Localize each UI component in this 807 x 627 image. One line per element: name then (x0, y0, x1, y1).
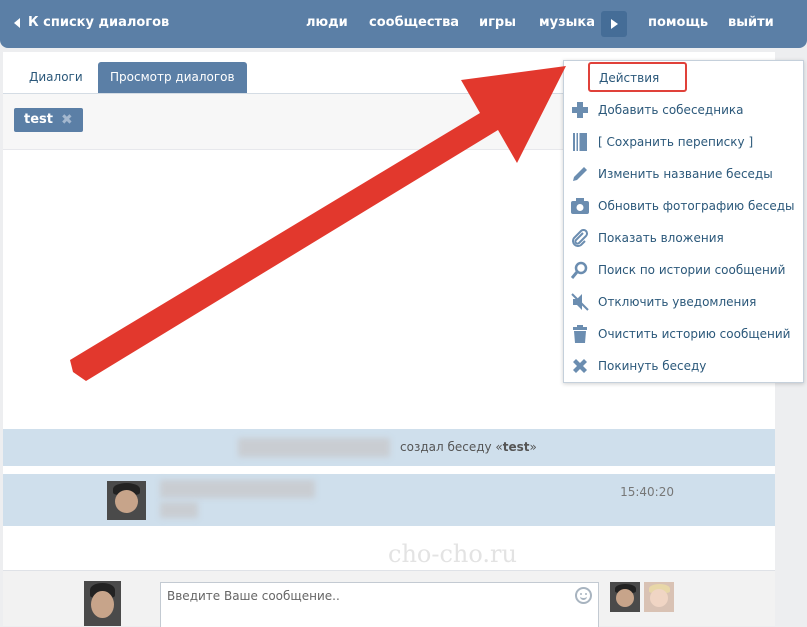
back-arrow-icon (14, 17, 20, 28)
back-label: К списку диалогов (28, 15, 170, 30)
menu-item-update-photo[interactable]: Обновить фотографию беседы (564, 190, 803, 222)
trash-icon (573, 325, 587, 343)
emoji-icon[interactable] (575, 587, 592, 604)
menu-item-attachments[interactable]: Показать вложения (564, 222, 803, 254)
menu-item-add-participant[interactable]: Добавить собеседника (564, 94, 803, 126)
blurred-username (238, 438, 390, 457)
camera-icon (571, 198, 589, 214)
remove-chip-icon[interactable]: ✖ (61, 108, 73, 132)
message-row[interactable]: 15:40:20 (3, 474, 775, 526)
mute-icon (571, 293, 589, 311)
participant-chip[interactable]: test ✖ (14, 108, 83, 132)
message-time: 15:40:20 (620, 485, 674, 499)
back-to-dialogs-link[interactable]: К списку диалогов (14, 15, 169, 30)
actions-menu: Действия Добавить собеседника [ Сохранит… (563, 60, 804, 383)
system-message-text: создал беседу «test» (400, 440, 537, 454)
paperclip-icon (572, 229, 589, 247)
actions-menu-header[interactable]: Действия (588, 62, 687, 92)
play-icon (611, 19, 618, 29)
menu-item-mute[interactable]: Отключить уведомления (564, 286, 803, 318)
participant-avatar[interactable] (610, 582, 640, 612)
nav-music[interactable]: музыка (539, 15, 595, 30)
menu-item-save-history[interactable]: [ Сохранить переписку ] (564, 126, 803, 158)
close-icon (573, 359, 587, 373)
menu-item-search-history[interactable]: Поиск по истории сообщений (564, 254, 803, 286)
nav-people[interactable]: люди (306, 15, 348, 30)
participant-avatar[interactable] (644, 582, 674, 612)
composer: Введите Ваше сообщение.. (3, 570, 775, 627)
system-message-row: создал беседу «test» (3, 429, 775, 466)
blurred-message-text (160, 502, 198, 518)
search-icon (571, 261, 588, 279)
book-icon (573, 133, 587, 151)
chat-name: test (502, 440, 530, 454)
tab-dialogs[interactable]: Диалоги (17, 62, 95, 93)
nav-games[interactable]: игры (479, 15, 516, 30)
message-placeholder: Введите Ваше сообщение.. (167, 589, 340, 603)
avatar[interactable] (107, 481, 146, 520)
chip-label: test (24, 112, 53, 127)
nav-help[interactable]: помощь (648, 15, 708, 30)
nav-communities[interactable]: сообщества (369, 15, 459, 30)
menu-item-clear-history[interactable]: Очистить историю сообщений (564, 318, 803, 350)
my-avatar[interactable] (84, 581, 121, 626)
watermark: cho-cho.ru (388, 540, 517, 568)
menu-item-rename[interactable]: Изменить название беседы (564, 158, 803, 190)
blurred-sender-name (160, 480, 315, 498)
pencil-icon (573, 167, 587, 181)
top-bar: К списку диалогов люди сообщества игры м… (0, 0, 807, 48)
tab-view-dialogs[interactable]: Просмотр диалогов (98, 62, 247, 93)
nav-logout[interactable]: выйти (728, 15, 774, 30)
music-play-button[interactable] (601, 11, 627, 37)
menu-item-leave-chat[interactable]: Покинуть беседу (564, 350, 803, 382)
plus-icon (572, 102, 588, 118)
message-input[interactable]: Введите Ваше сообщение.. (160, 582, 599, 627)
